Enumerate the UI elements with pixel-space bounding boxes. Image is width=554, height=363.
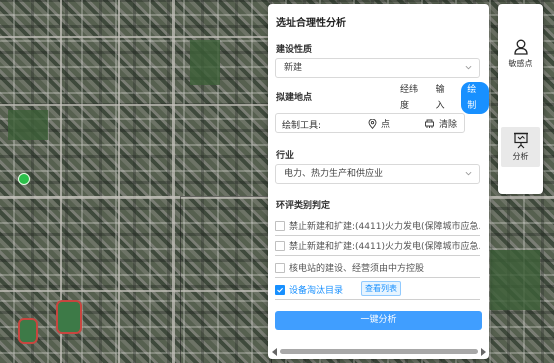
scroll-left-arrow[interactable] [272,348,277,356]
view-list-button[interactable]: 查看列表 [361,281,401,296]
draw-point-label: 点 [381,120,391,130]
industry-value: 电力、热力生产和供应业 [284,169,384,179]
env-judgement-label: 环评类别判定 [276,201,331,211]
tab-draw[interactable]: 绘制 [461,82,489,114]
tab-lnglat[interactable]: 经纬度 [400,82,424,114]
sensitive-points-label: 敏感点 [508,59,533,68]
person-pin-icon [513,39,528,55]
sports-field [18,318,38,344]
industry-label: 行业 [276,151,295,161]
one-click-analyze-button[interactable]: 一键分析 [275,311,482,330]
chevron-down-icon [465,65,472,70]
tool-rail: 敏感点 分析 [498,4,543,194]
env-rule-item[interactable]: 核电站的建设、经营须由中方控股 [275,258,480,278]
scroll-right-arrow[interactable] [481,348,486,356]
analysis-button[interactable]: 分析 [501,127,540,167]
analysis-label: 分析 [512,152,529,161]
env-rule-item[interactable]: 设备淘汰目录 查看列表 [275,280,480,300]
draw-tools-label: 绘制工具: [282,121,322,131]
env-rule-item[interactable]: 禁止新建和扩建:(4411)火力发电(保障城市应急... [275,236,480,256]
location-mode-tabs: 经纬度 输入 绘制 [388,82,489,114]
construction-type-label: 建设性质 [276,45,313,55]
draw-toolbar: 绘制工具: 点 清除 [275,113,465,133]
industry-select[interactable]: 电力、热力生产和供应业 [275,164,480,184]
divider [275,299,480,300]
env-rule-text: 禁止新建和扩建:(4411)火力发电(保障城市应急... [289,242,480,252]
env-rule-text: 禁止新建和扩建:(4411)火力发电(保障城市应急... [289,222,480,232]
site-analysis-panel: 选址合理性分析 建设性质 新建 拟建地点 经纬度 输入 绘制 绘制工具: 点 清… [268,4,489,359]
check-icon [277,287,284,293]
divider [275,277,480,278]
clear-drawing-label: 清除 [439,120,458,130]
draw-point-button[interactable]: 点 [368,117,390,130]
map-marker[interactable] [18,173,30,185]
location-label: 拟建地点 [276,93,313,103]
checkbox[interactable] [275,263,285,273]
env-rule-text: 核电站的建设、经营须由中方控股 [289,264,425,274]
env-rule-item[interactable]: 禁止新建和扩建:(4411)火力发电(保障城市应急... [275,216,480,236]
location-pin-icon [368,118,377,129]
checkbox-checked[interactable] [275,285,285,295]
construction-type-value: 新建 [284,63,303,73]
construction-type-select[interactable]: 新建 [275,58,480,78]
chevron-down-icon [465,171,472,176]
divider [275,255,480,256]
horizontal-scrollbar[interactable] [280,349,478,354]
checkbox[interactable] [275,241,285,251]
checkbox[interactable] [275,221,285,231]
clear-drawing-button[interactable]: 清除 [424,117,457,130]
presentation-board-icon [513,132,528,149]
tab-input[interactable]: 输入 [436,82,452,114]
env-rule-text: 设备淘汰目录 [289,286,344,296]
panel-title: 选址合理性分析 [276,18,346,29]
sports-field [56,300,82,334]
eraser-icon [425,119,434,128]
sensitive-points-button[interactable]: 敏感点 [501,34,540,74]
